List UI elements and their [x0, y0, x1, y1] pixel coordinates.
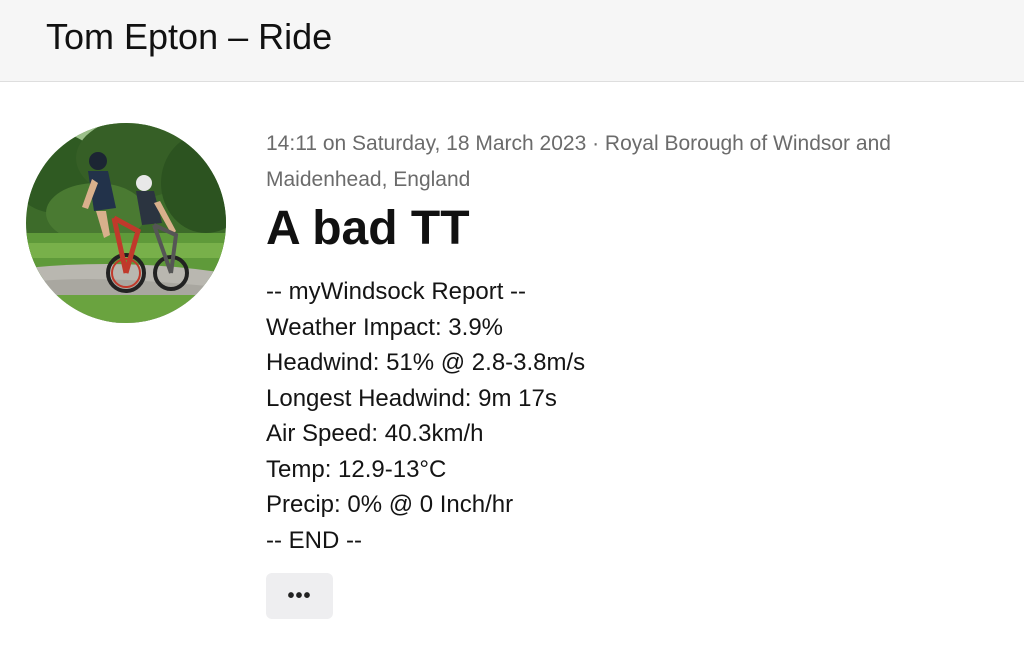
page-title: Tom Epton – Ride	[46, 16, 333, 57]
app-header: Tom Epton – Ride	[0, 0, 1024, 82]
profile-photo	[26, 123, 226, 323]
avatar[interactable]	[26, 123, 226, 323]
activity-description: -- myWindsock Report -- Weather Impact: …	[266, 274, 1006, 558]
description-line: -- myWindsock Report --	[266, 278, 527, 305]
activity-meta: 14:11 on Saturday, 18 March 2023 · Royal…	[266, 132, 891, 191]
description-line: Air Speed: 40.3km/h	[266, 420, 484, 447]
description-line: -- END --	[266, 526, 362, 554]
more-dots-icon: •••	[287, 584, 312, 607]
activity-title[interactable]: A bad TT	[266, 200, 470, 258]
description-line: Precip: 0% @ 0 Inch/hr	[266, 491, 514, 518]
more-options-button[interactable]: •••	[266, 573, 333, 619]
description-line: Weather Impact: 3.9%	[266, 313, 503, 341]
description-line: Temp: 12.9-13°C	[266, 455, 447, 483]
description-line: Headwind: 51% @ 2.8-3.8m/s	[266, 349, 586, 376]
description-line: Longest Headwind: 9m 17s	[266, 384, 557, 412]
